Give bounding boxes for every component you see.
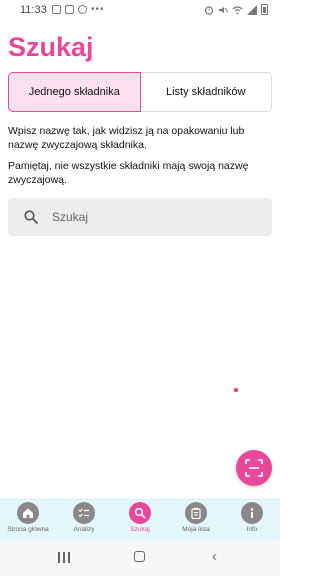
nav-item-search[interactable]: Szukaj [112,498,168,540]
wifi-icon [232,5,243,14]
search-box[interactable] [8,198,272,236]
back-icon[interactable]: ‹ [212,549,217,564]
indicator-dot [234,388,238,392]
scan-icon [245,459,263,477]
messenger-icon [78,5,87,14]
search-input[interactable] [50,209,254,225]
search-icon [24,210,38,224]
more-notifications-icon: ••• [91,4,105,15]
status-bar: 11:33 ••• [0,0,280,22]
bottom-navigation: Strona główna Analizy Szukaj Moja lista … [0,498,280,540]
home-button-icon[interactable] [134,551,145,562]
search-icon [129,502,151,524]
nav-item-analyses[interactable]: Analizy [56,498,112,540]
tab-label: Listy składników [166,86,246,98]
nav-label: Analizy [73,526,95,533]
mute-icon [219,6,228,13]
image-icon [52,5,61,14]
nav-label: Szukaj [130,526,150,533]
scan-button[interactable] [236,450,272,486]
instruction-note: Pamiętaj, nie wszystkie składniki mają s… [8,160,249,186]
tab-ingredient-list[interactable]: Listy składników [141,73,272,111]
checklist-icon [73,502,95,524]
home-icon [17,502,39,524]
system-navigation-bar: ‹ [0,540,280,576]
status-time: 11:33 [20,4,47,16]
nav-item-home[interactable]: Strona główna [0,498,56,540]
nav-item-my-list[interactable]: Moja lista [168,498,224,540]
signal-icon [247,4,257,15]
battery-icon [261,4,268,15]
mail-icon [65,5,74,14]
status-right-icons [204,4,268,15]
alarm-icon [204,5,214,15]
notification-icons: ••• [52,4,105,15]
nav-label: Info [246,526,258,533]
recent-apps-icon[interactable] [58,552,70,563]
clipboard-icon [185,502,207,524]
instruction-text: Wpisz nazwę tak, jak widzisz ją na opako… [8,125,245,151]
nav-label: Moja lista [182,526,210,533]
tab-label: Jednego składnika [28,86,120,98]
info-icon [241,502,263,524]
page-title: Szukaj [8,32,94,62]
search-mode-tabs: Jednego składnika Listy składników [8,72,272,112]
nav-item-info[interactable]: Info [224,498,280,540]
tab-single-ingredient[interactable]: Jednego składnika [8,72,141,112]
nav-label: Strona główna [7,526,49,533]
